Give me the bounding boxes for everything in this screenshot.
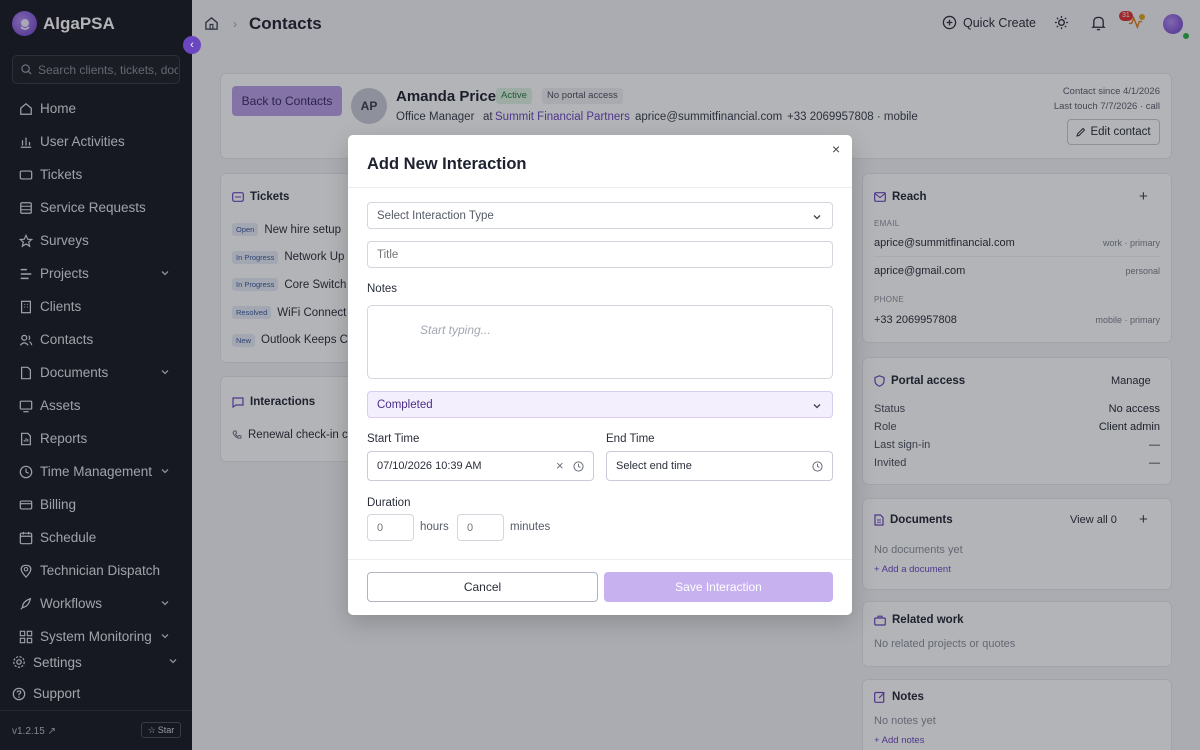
add-interaction-dialog: Add New Interaction × Select Interaction… — [348, 135, 852, 615]
notes-label: Notes — [367, 283, 398, 295]
end-time-picker[interactable]: Select end time — [606, 451, 833, 481]
end-time-placeholder: Select end time — [616, 460, 692, 472]
clock-icon — [573, 461, 584, 472]
end-time-label: End Time — [606, 433, 655, 445]
cancel-button[interactable]: Cancel — [367, 572, 598, 602]
divider — [348, 559, 852, 560]
chevron-left-icon: ‹ — [190, 39, 194, 51]
status-select[interactable]: Completed — [367, 391, 833, 418]
chevron-down-icon — [813, 404, 821, 409]
chevron-down-icon — [813, 215, 821, 220]
hours-unit: hours — [420, 521, 449, 533]
start-time-picker[interactable]: 07/10/2026 10:39 AM × — [367, 451, 594, 481]
divider — [348, 187, 852, 188]
dialog-title: Add New Interaction — [367, 155, 527, 173]
sidebar-collapse-button[interactable]: ‹ — [183, 36, 201, 54]
title-input[interactable] — [367, 241, 833, 268]
minutes-unit: minutes — [510, 521, 551, 533]
start-time-label: Start Time — [367, 433, 420, 445]
status-value: Completed — [377, 398, 433, 411]
clear-icon[interactable]: × — [556, 458, 564, 473]
minutes-input[interactable] — [457, 514, 504, 541]
close-icon[interactable]: × — [832, 141, 840, 157]
interaction-type-placeholder: Select Interaction Type — [377, 209, 494, 222]
interaction-type-select[interactable]: Select Interaction Type — [367, 202, 833, 229]
hours-input[interactable] — [367, 514, 414, 541]
start-time-value: 07/10/2026 10:39 AM — [377, 460, 482, 472]
notes-editor[interactable]: Start typing... — [367, 305, 833, 379]
clock-icon — [812, 461, 823, 472]
save-interaction-button[interactable]: Save Interaction — [604, 572, 833, 602]
notes-placeholder: Start typing... — [420, 323, 491, 337]
duration-label: Duration — [367, 497, 411, 509]
